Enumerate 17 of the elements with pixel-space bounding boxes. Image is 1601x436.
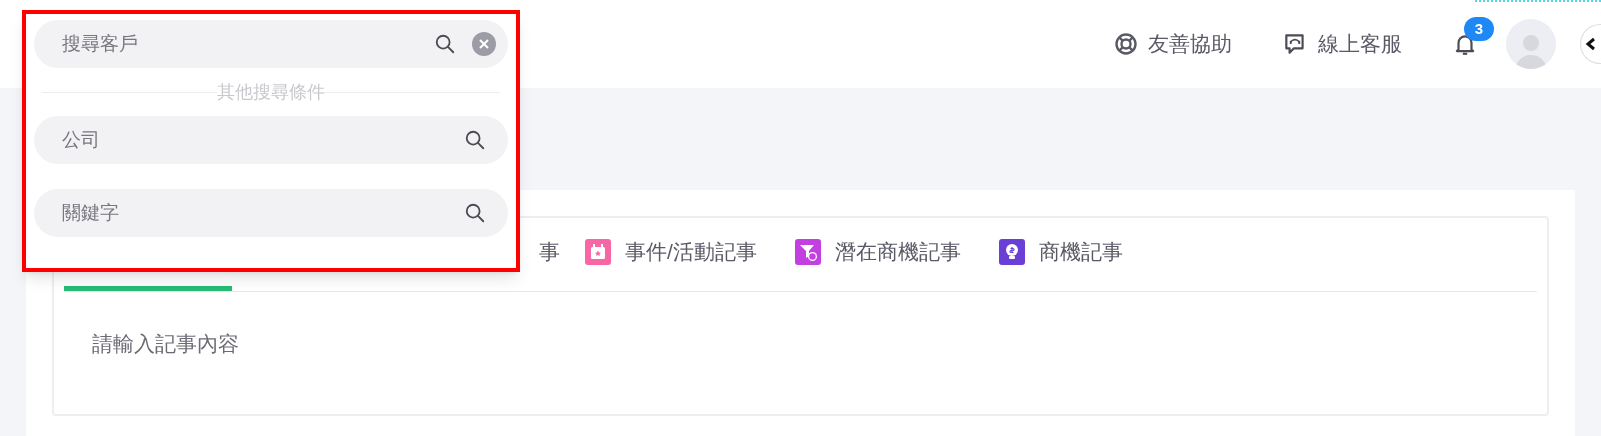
chevron-left-icon — [1585, 37, 1597, 51]
tab[interactable]: 商機記事 — [998, 218, 1123, 291]
clear-icon[interactable] — [472, 32, 496, 56]
note-input[interactable]: 請輸入記事內容 — [64, 292, 1537, 392]
notification-badge: 3 — [1464, 17, 1494, 41]
header-link[interactable]: 友善協助 — [1114, 28, 1232, 60]
lifebuoy-icon — [1114, 32, 1138, 56]
header-link[interactable]: 線上客服 — [1282, 28, 1402, 60]
collapse-button[interactable] — [1580, 24, 1601, 64]
search-icon[interactable] — [464, 202, 486, 224]
tab[interactable]: 潛在商機記事 — [794, 218, 961, 291]
search-field[interactable]: 公司 — [34, 116, 508, 164]
search-field[interactable]: 搜尋客戶 — [34, 20, 508, 68]
search-icon[interactable] — [434, 33, 456, 55]
tab[interactable]: 事件/活動記事 — [585, 218, 757, 291]
search-field[interactable]: 關鍵字 — [34, 189, 508, 237]
search-icon[interactable] — [464, 129, 486, 151]
